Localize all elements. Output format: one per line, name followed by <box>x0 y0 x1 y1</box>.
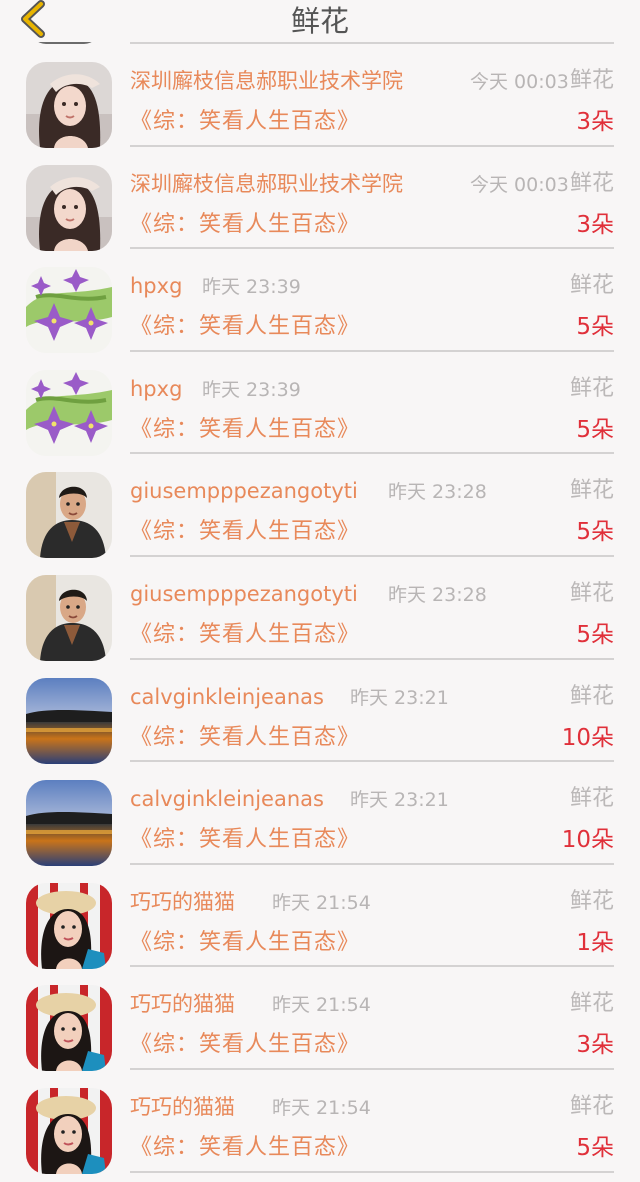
flower-count: 5朵 <box>576 1134 614 1161</box>
list-item[interactable]: 深圳廨枝信息郝职业技术学院 今天 00:03 鲜花《综：笑看人生百态》 3朵 <box>0 147 640 250</box>
avatar[interactable] <box>26 883 112 969</box>
gift-record-list: 深圳廨枝信息郝职业技术学院 今天 00:03 鲜花 《综：笑看人生百态》 3朵 深圳廨枝信… <box>0 44 640 1173</box>
header-bar: 鲜花 <box>0 0 640 42</box>
sender-name[interactable]: calvginkleinjeanas <box>130 682 324 712</box>
list-item[interactable]: calvginkleinjeanas 昨天 23:21 鲜花《综：笑看人生百态》 10… <box>0 660 640 763</box>
flower-count: 3朵 <box>576 211 614 238</box>
gift-type-label: 鲜花 <box>569 991 614 1017</box>
gift-type-label: 鲜花 <box>569 170 614 196</box>
page-title: 鲜花 <box>290 4 349 38</box>
gift-type-label: 鲜花 <box>569 888 614 914</box>
avatar[interactable] <box>26 267 112 353</box>
gift-type-label: 鲜花 <box>569 580 614 606</box>
avatar[interactable] <box>26 370 112 456</box>
gift-type-label: 鲜花 <box>569 478 614 504</box>
timestamp: 昨天 23:28 <box>388 583 487 606</box>
gift-type-label: 鲜花 <box>569 786 614 812</box>
flower-count: 5朵 <box>576 519 614 546</box>
work-title-link[interactable]: 《综：笑看人生百态》 <box>130 106 360 138</box>
sender-name[interactable]: 巧巧的猫猫 <box>130 989 235 1019</box>
work-title-link[interactable]: 《综：笑看人生百态》 <box>130 414 360 446</box>
sender-name[interactable]: hpxg <box>130 374 182 404</box>
work-title-link[interactable]: 《综：笑看人生百态》 <box>130 927 360 959</box>
gift-type-label: 鲜花 <box>569 1093 614 1119</box>
sender-name[interactable]: 深圳廨枝信息郝职业技术学院 <box>130 169 403 199</box>
timestamp: 昨天 23:21 <box>350 789 449 812</box>
flower-count: 3朵 <box>576 1032 614 1059</box>
avatar[interactable] <box>26 780 112 866</box>
gift-type-label: 鲜花 <box>569 683 614 709</box>
list-item[interactable]: hpxg 昨天 23:39 鲜花《综：笑看人生百态》 5朵 <box>0 249 640 352</box>
avatar[interactable] <box>26 165 112 251</box>
timestamp: 昨天 23:21 <box>350 686 449 709</box>
flower-count: 10朵 <box>561 724 614 751</box>
sender-name[interactable]: giusempppezangotyti <box>130 476 358 506</box>
timestamp: 今天 00:03 <box>470 71 569 93</box>
avatar[interactable] <box>26 575 112 661</box>
avatar[interactable] <box>26 62 112 148</box>
work-title-link[interactable]: 《综：笑看人生百态》 <box>130 311 360 343</box>
sender-name[interactable]: calvginkleinjeanas <box>130 784 324 814</box>
list-item[interactable]: 巧巧的猫猫 昨天 21:54 鲜花《综：笑看人生百态》 3朵 <box>0 967 640 1070</box>
work-title-link[interactable]: 《综：笑看人生百态》 <box>130 824 360 856</box>
flower-count: 1朵 <box>576 929 614 956</box>
sender-name[interactable]: giusempppezangotyti <box>130 579 358 609</box>
timestamp: 昨天 23:39 <box>202 276 301 299</box>
gift-type-label: 鲜花 <box>569 375 614 401</box>
timestamp: 昨天 23:39 <box>202 378 301 401</box>
sender-name[interactable]: 巧巧的猫猫 <box>130 1092 235 1122</box>
work-title-link[interactable]: 《综：笑看人生百态》 <box>130 209 360 241</box>
list-item[interactable]: calvginkleinjeanas 昨天 23:21 鲜花《综：笑看人生百态》 10… <box>0 762 640 865</box>
list-item[interactable]: giusempppezangotyti 昨天 23:28 鲜花《综：笑看人生百态》 5… <box>0 454 640 557</box>
work-title-link[interactable]: 《综：笑看人生百态》 <box>130 722 360 754</box>
avatar[interactable] <box>26 678 112 764</box>
sender-name[interactable]: hpxg <box>130 271 182 301</box>
flower-count: 5朵 <box>576 621 614 648</box>
timestamp: 昨天 21:54 <box>272 994 371 1017</box>
flower-count: 3朵 <box>576 109 614 135</box>
work-title-link[interactable]: 《综：笑看人生百态》 <box>130 1132 360 1164</box>
timestamp: 昨天 21:54 <box>272 1096 371 1119</box>
timestamp: 昨天 21:54 <box>272 891 371 914</box>
gift-type-label: 鲜花 <box>569 68 614 93</box>
list-item[interactable]: 巧巧的猫猫 昨天 21:54 鲜花《综：笑看人生百态》 5朵 <box>0 1070 640 1173</box>
avatar[interactable] <box>26 472 112 558</box>
work-title-link[interactable]: 《综：笑看人生百态》 <box>130 516 360 548</box>
flower-count: 5朵 <box>576 416 614 443</box>
list-item[interactable]: giusempppezangotyti 昨天 23:28 鲜花《综：笑看人生百态》 5… <box>0 557 640 660</box>
work-title-link[interactable]: 《综：笑看人生百态》 <box>130 1029 360 1061</box>
list-item[interactable]: hpxg 昨天 23:39 鲜花《综：笑看人生百态》 5朵 <box>0 352 640 455</box>
avatar[interactable] <box>26 985 112 1071</box>
sender-name[interactable]: 深圳廨枝信息郝职业技术学院 <box>130 66 403 96</box>
timestamp: 昨天 23:28 <box>388 481 487 504</box>
list-item[interactable]: 深圳廨枝信息郝职业技术学院 今天 00:03 鲜花《综：笑看人生百态》 3朵 <box>0 44 640 147</box>
flower-count: 10朵 <box>561 827 614 854</box>
list-item[interactable]: 巧巧的猫猫 昨天 21:54 鲜花《综：笑看人生百态》 1朵 <box>0 865 640 968</box>
sender-name[interactable]: 巧巧的猫猫 <box>130 887 235 917</box>
avatar[interactable] <box>26 1088 112 1174</box>
gift-type-label: 鲜花 <box>569 273 614 299</box>
timestamp: 今天 00:03 <box>470 173 569 196</box>
divider <box>130 1170 614 1173</box>
work-title-link[interactable]: 《综：笑看人生百态》 <box>130 619 360 651</box>
flower-count: 5朵 <box>576 314 614 341</box>
